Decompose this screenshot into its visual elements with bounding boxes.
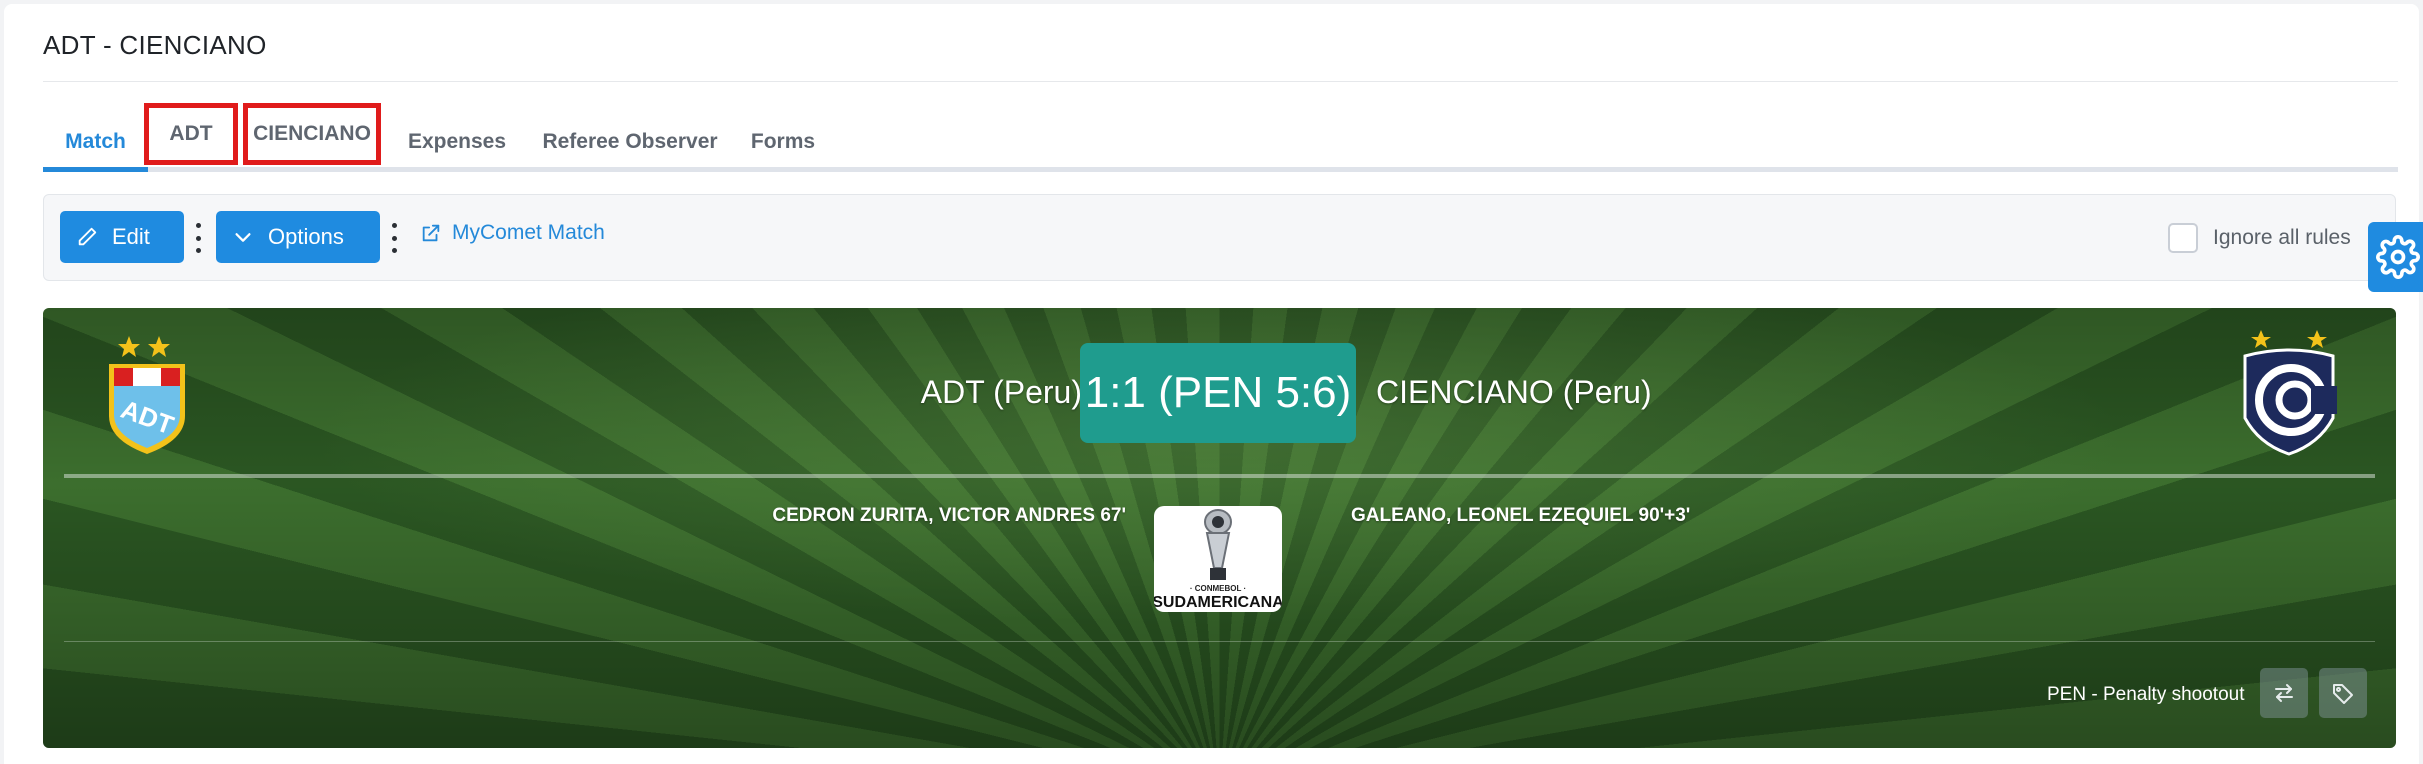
options-more-menu[interactable] (390, 223, 398, 253)
edit-button-label: Edit (112, 224, 150, 249)
competition-name: SUDAMERICANA (1154, 594, 1282, 611)
away-team-crest (2243, 330, 2337, 456)
home-scorer: CEDRON ZURITA, VICTOR ANDRES 67' (772, 505, 1126, 526)
match-banner: ADT ADT (Peru) 1:1 (PEN 5:6) CIENCIANO (… (43, 308, 2396, 748)
tag-icon (2333, 684, 2353, 704)
away-team-name: CIENCIANO (Peru) (1376, 374, 1652, 410)
edit-button[interactable]: Edit (60, 211, 184, 263)
chevron-down-icon (235, 233, 251, 242)
banner-divider-bottom (64, 641, 2375, 642)
tab-adt[interactable]: ADT (144, 103, 238, 165)
pencil-icon (78, 227, 97, 246)
ignore-rules-label: Ignore all rules (2213, 226, 2351, 249)
options-button[interactable]: Options (216, 211, 380, 263)
tab-bar-underline (43, 167, 2398, 172)
gear-icon (2376, 235, 2420, 279)
mycomet-match-link[interactable]: MyComet Match (420, 221, 605, 245)
external-link-icon (422, 224, 440, 242)
tab-forms[interactable]: Forms (747, 112, 819, 172)
match-card: ADT - CIENCIANO Match ADT CIENCIANO Expe… (4, 4, 2419, 764)
match-score: 1:1 (PEN 5:6) (1080, 343, 1356, 443)
penalty-note: PEN - Penalty shootout (2047, 684, 2245, 705)
settings-side-tab[interactable] (2368, 222, 2423, 292)
away-scorer: GALEANO, LEONEL EZEQUIEL 90'+3' (1351, 505, 1691, 526)
home-team-crest: ADT (109, 336, 185, 454)
tab-referee-observer[interactable]: Referee Observer (539, 112, 721, 172)
trophy-icon: · CONMEBOL · SUDAMERICANA (1154, 509, 1282, 611)
tab-match[interactable]: Match (43, 112, 148, 172)
edit-more-menu[interactable] (194, 223, 202, 253)
page-title: ADT - CIENCIANO (43, 30, 267, 60)
swap-icon (2275, 684, 2293, 702)
mycomet-match-label: MyComet Match (452, 221, 605, 244)
title-divider (43, 81, 2398, 82)
home-team-name: ADT (Peru) (920, 374, 1082, 410)
options-button-label: Options (268, 224, 344, 249)
banner-divider-top (64, 474, 2375, 478)
swap-teams-button[interactable] (2260, 668, 2308, 718)
tab-bar: Match ADT CIENCIANO Expenses Referee Obs… (43, 103, 2398, 172)
competition-logo: · CONMEBOL · SUDAMERICANA (1154, 506, 1282, 612)
ignore-rules-checkbox[interactable] (2168, 223, 2198, 253)
competition-small-text: · CONMEBOL · (1190, 584, 1246, 593)
tag-button[interactable] (2319, 668, 2367, 718)
tab-expenses[interactable]: Expenses (403, 112, 511, 172)
toolbar: Edit Options MyComet Match Ignore all ru… (43, 194, 2396, 281)
tab-cienciano[interactable]: CIENCIANO (243, 103, 381, 165)
